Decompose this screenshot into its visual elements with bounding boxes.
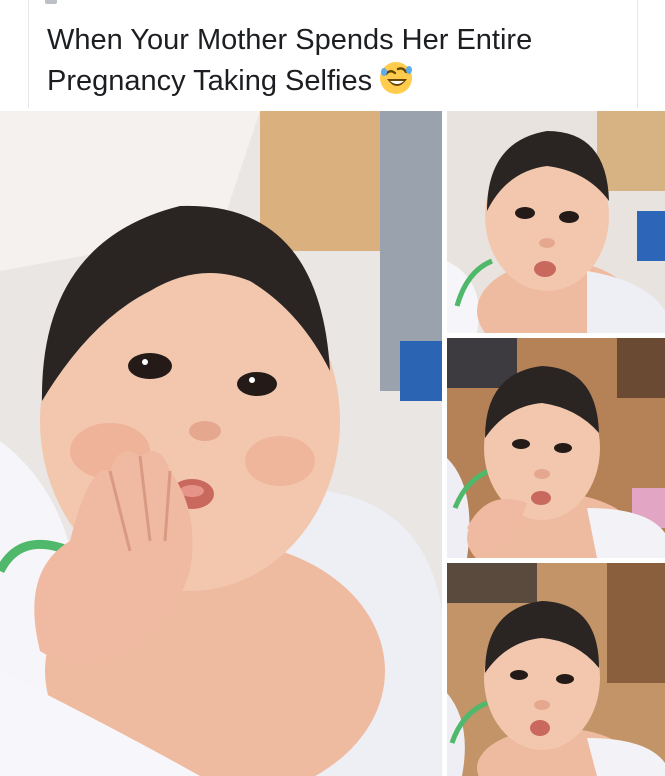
post-header-remnant <box>45 0 57 4</box>
baby-photo-main[interactable] <box>0 111 442 776</box>
post-caption: When Your Mother Spends Her Entire Pregn… <box>47 20 607 101</box>
photo-grid <box>0 108 665 776</box>
baby-photo-1[interactable] <box>447 111 665 333</box>
baby-photo-3[interactable] <box>447 563 665 776</box>
laughing-emoji-icon <box>378 60 414 96</box>
baby-photo-2[interactable] <box>447 338 665 558</box>
post-caption-text: When Your Mother Spends Her Entire Pregn… <box>47 24 533 97</box>
